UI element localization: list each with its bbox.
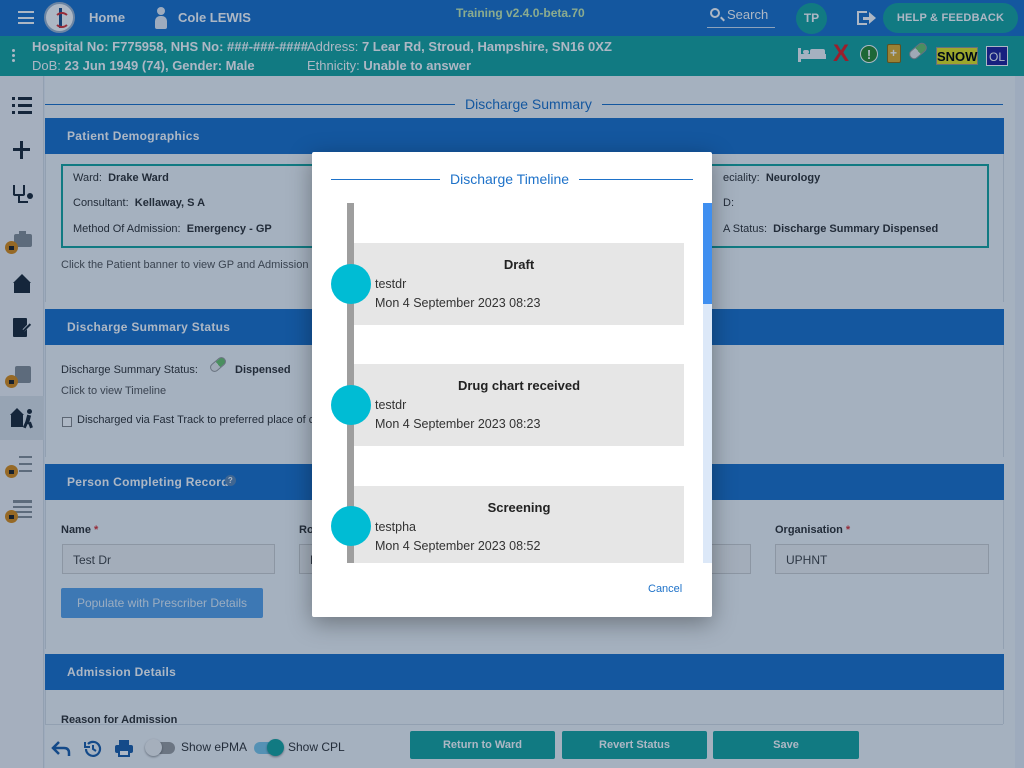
event-user: testdr: [375, 277, 407, 291]
timeline-event: Screening testpha Mon 4 September 2023 0…: [354, 486, 684, 563]
timeline-dot: [331, 506, 371, 546]
event-title: Draft: [503, 257, 535, 272]
event-time: Mon 4 September 2023 08:23: [375, 417, 541, 431]
event-time: Mon 4 September 2023 08:52: [375, 539, 541, 553]
timeline-event: Draft testdr Mon 4 September 2023 08:23: [354, 243, 684, 325]
timeline-event: Drug chart received testdr Mon 4 Septemb…: [354, 364, 684, 446]
event-title: Drug chart received: [457, 378, 581, 393]
cancel-button[interactable]: Cancel: [648, 583, 682, 595]
timeline-list[interactable]: Draft testdr Mon 4 September 2023 08:23 …: [312, 203, 712, 563]
timeline-scrollbar-thumb[interactable]: [703, 203, 712, 304]
event-user: testdr: [375, 398, 407, 412]
event-time: Mon 4 September 2023 08:23: [375, 296, 541, 310]
modal-title: Discharge Timeline: [440, 171, 580, 187]
event-title: Screening: [487, 500, 551, 515]
event-user: testpha: [375, 520, 417, 534]
timeline-dot: [331, 385, 371, 425]
timeline-dot: [331, 264, 371, 304]
discharge-timeline-dialog: Discharge Timeline Draft testdr Mon 4 Se…: [312, 152, 712, 617]
